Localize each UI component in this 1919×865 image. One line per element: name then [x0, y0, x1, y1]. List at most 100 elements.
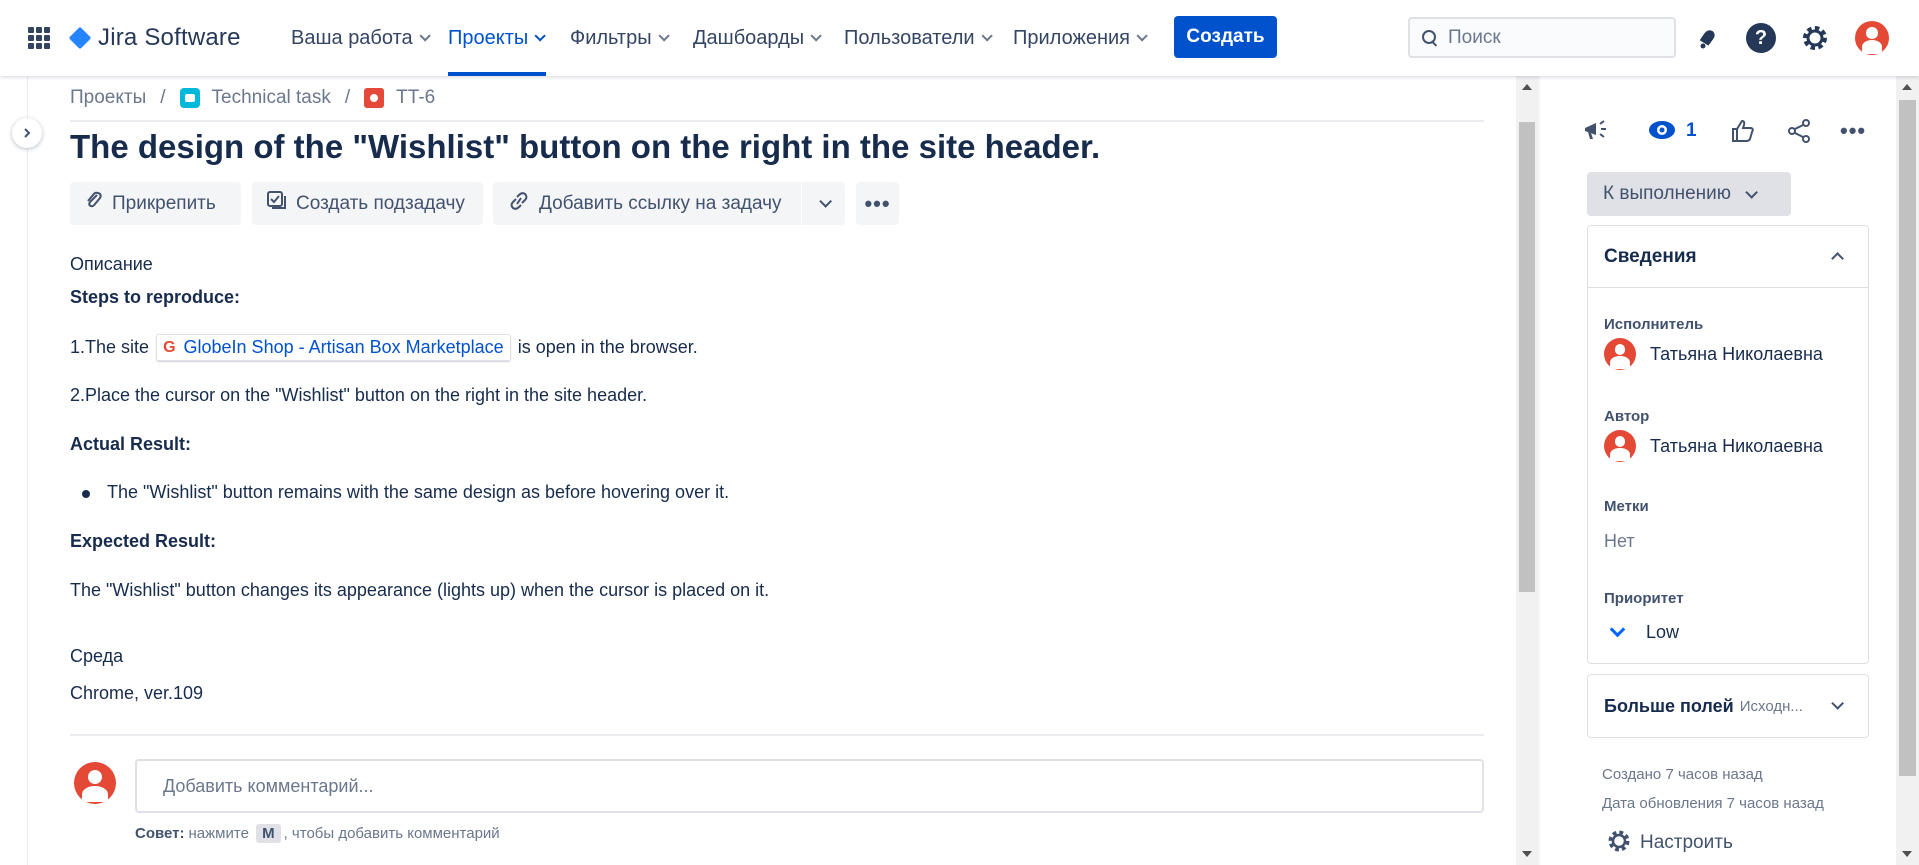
nav-projects[interactable]: Проекты — [448, 24, 547, 52]
create-subtask-button[interactable]: Создать подзадачу — [252, 182, 483, 225]
step-1: 1.The site G GlobeIn Shop - Artisan Box … — [70, 334, 698, 361]
chevron-down-icon — [534, 30, 547, 42]
scroll-up-arrow-icon[interactable] — [1902, 84, 1912, 90]
paperclip-icon — [84, 190, 104, 218]
breadcrumb-separator: / — [344, 87, 351, 108]
like-thumbs-up-icon[interactable] — [1730, 118, 1756, 144]
chevron-down-icon — [981, 30, 993, 42]
link-dropdown-button[interactable] — [802, 182, 845, 225]
sidebar-scrollbar[interactable] — [1896, 76, 1919, 865]
nav-your-work[interactable]: Ваша работа — [291, 24, 431, 52]
share-icon[interactable] — [1786, 118, 1812, 144]
status-label: К выполнению — [1603, 183, 1732, 204]
details-header[interactable]: Сведения — [1588, 226, 1868, 288]
nav-people[interactable]: Пользователи — [844, 24, 993, 52]
priority-low-icon — [1608, 624, 1626, 642]
nav-apps[interactable]: Приложения — [1013, 24, 1148, 52]
priority-field[interactable]: Low — [1604, 622, 1679, 643]
help-icon[interactable]: ? — [1746, 23, 1776, 53]
scrollbar-thumb[interactable] — [1519, 122, 1535, 592]
chevron-down-icon — [819, 195, 832, 208]
add-issue-link-label: Добавить ссылку на задачу — [539, 192, 782, 214]
environment-value[interactable]: Chrome, ver.109 — [70, 683, 203, 704]
details-panel: Сведения Исполнитель Татьяна Николаевна … — [1587, 225, 1869, 664]
expected-result-heading: Expected Result: — [70, 531, 217, 551]
attach-button[interactable]: Прикрепить — [70, 182, 241, 225]
settings-gear-icon[interactable] — [1800, 23, 1830, 53]
step-2: 2.Place the cursor on the "Wishlist" but… — [70, 385, 648, 405]
avatar-figure — [1855, 21, 1889, 55]
updated-time: Дата обновления 7 часов назад — [1602, 795, 1824, 812]
user-avatar[interactable] — [1855, 21, 1889, 55]
more-fields-title: Больше полей — [1604, 695, 1734, 716]
breadcrumb-separator: / — [160, 87, 166, 108]
more-options-icon[interactable]: ••• — [1840, 118, 1866, 144]
app-switcher-icon[interactable] — [28, 27, 50, 49]
reporter-avatar — [1604, 430, 1636, 462]
expand-sidebar-button[interactable] — [12, 118, 42, 148]
search-input[interactable] — [1448, 26, 1668, 49]
add-issue-link-button[interactable]: Добавить ссылку на задачу — [493, 182, 801, 225]
nav-item-label: Фильтры — [570, 26, 652, 49]
scroll-down-arrow-icon[interactable] — [1902, 851, 1912, 857]
nav-item-label: Проекты — [448, 26, 529, 49]
watch-eye-icon[interactable] — [1648, 120, 1676, 140]
active-nav-underline — [448, 72, 546, 76]
breadcrumb-projects[interactable]: Проекты — [70, 87, 146, 109]
expected-result-text: The "Wishlist" button changes its appear… — [70, 580, 770, 600]
chevron-down-icon — [1745, 185, 1759, 199]
reporter-field[interactable]: Татьяна Николаевна — [1604, 430, 1823, 462]
link-icon — [507, 190, 531, 218]
chevron-down-icon — [1831, 697, 1844, 710]
details-title: Сведения — [1604, 245, 1697, 267]
description-label: Описание — [70, 254, 153, 274]
feedback-megaphone-icon[interactable] — [1582, 118, 1612, 144]
nav-item-label: Приложения — [1013, 26, 1131, 49]
jira-logo-icon — [68, 26, 92, 50]
more-fields-section[interactable]: Больше полей Исходн... — [1587, 674, 1869, 738]
more-actions-button[interactable]: ••• — [856, 182, 899, 225]
priority-label: Приоритет — [1604, 590, 1684, 607]
created-time: Создано 7 часов назад — [1602, 766, 1763, 783]
assignee-field[interactable]: Татьяна Николаевна — [1604, 338, 1823, 370]
scroll-up-arrow-icon[interactable] — [1522, 84, 1532, 90]
breadcrumb-project[interactable]: Technical task — [212, 87, 331, 109]
labels-value[interactable]: Нет — [1604, 531, 1635, 552]
nav-dashboards[interactable]: Дашбоарды — [693, 24, 822, 52]
actual-result-heading: Actual Result: — [70, 434, 192, 454]
comment-tip: Совет: нажмите M , чтобы добавить коммен… — [135, 824, 500, 843]
chevron-up-icon — [1831, 252, 1844, 265]
tip-text: нажмите — [188, 825, 249, 842]
chevron-down-icon — [1136, 30, 1148, 42]
reporter-name: Татьяна Николаевна — [1650, 435, 1823, 456]
add-comment-input[interactable] — [135, 759, 1484, 813]
breadcrumb-issue-key[interactable]: TT-6 — [396, 87, 435, 109]
main-scrollbar[interactable] — [1516, 76, 1538, 865]
nav-filters[interactable]: Фильтры — [570, 24, 670, 52]
bug-issue-type-icon[interactable] — [364, 88, 385, 108]
scrollbar-thumb[interactable] — [1899, 100, 1916, 776]
issue-main-panel: Проекты / Technical task / TT-6 The desi… — [70, 76, 1484, 865]
tip-label: Совет: — [135, 825, 185, 842]
more-fields-subtitle: Исходн... — [1739, 697, 1803, 715]
chevron-down-icon — [658, 30, 670, 42]
smart-link-text: GlobeIn Shop - Artisan Box Marketplace — [183, 337, 504, 357]
create-subtask-label: Создать подзадачу — [296, 192, 465, 214]
status-dropdown[interactable]: К выполнению — [1587, 172, 1791, 216]
steps-heading: Steps to reproduce: — [70, 287, 241, 307]
breadcrumb: Проекты / Technical task / TT-6 — [70, 86, 435, 110]
configure-button[interactable]: Настроить — [1606, 828, 1733, 857]
divider — [70, 120, 1484, 122]
project-icon — [179, 88, 200, 108]
scroll-down-arrow-icon[interactable] — [1522, 851, 1532, 857]
notifications-bell-icon[interactable] — [1693, 23, 1723, 53]
labels-label: Метки — [1604, 498, 1649, 515]
create-button[interactable]: Создать — [1174, 16, 1277, 58]
watchers-count[interactable]: 1 — [1686, 120, 1697, 142]
issue-title[interactable]: The design of the "Wishlist" button on t… — [70, 128, 1100, 166]
priority-value: Low — [1646, 622, 1680, 642]
jira-logo[interactable]: Jira Software — [68, 22, 241, 54]
commenter-avatar — [74, 762, 116, 804]
smart-link-globein[interactable]: G GlobeIn Shop - Artisan Box Marketplace — [156, 334, 511, 361]
search-box[interactable] — [1408, 17, 1676, 58]
